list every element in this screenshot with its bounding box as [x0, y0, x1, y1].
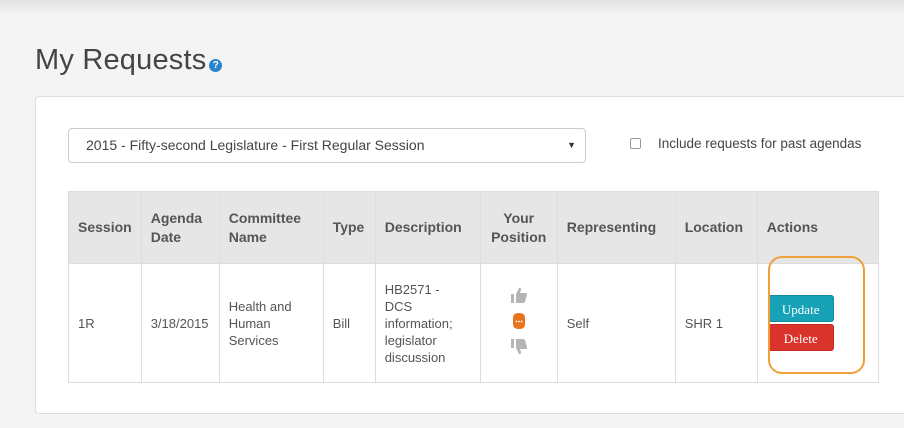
cell-location: SHR 1 [674, 263, 758, 383]
requests-table: Session Agenda Date Committee Name Type De… [68, 191, 880, 383]
header-type: Type [322, 191, 376, 264]
thumbs-down-icon[interactable] [510, 338, 528, 360]
cell-representing: Self [556, 263, 676, 383]
help-icon[interactable]: ? [209, 59, 223, 72]
session-select-value: 2015 - Fifty-second Legislature - First … [86, 137, 425, 153]
past-agendas-checkbox[interactable] [630, 138, 641, 149]
cell-type: Bill [322, 263, 376, 383]
cell-your-position [479, 263, 558, 383]
top-shadow [0, 0, 904, 16]
header-description: Description [374, 191, 481, 264]
header-location: Location [674, 191, 758, 264]
header-agenda-date: Agenda Date [140, 191, 220, 264]
thumbs-up-icon[interactable] [510, 286, 528, 308]
table-header-row: Session Agenda Date Committee Name Type De… [68, 191, 880, 264]
update-button[interactable]: Update [767, 295, 834, 322]
page-title: My Requests ? [35, 44, 223, 77]
past-agendas-label: Include requests for past agendas [658, 136, 862, 151]
header-committee-name: Committee Name [218, 191, 324, 264]
neutral-face-icon[interactable] [510, 312, 528, 334]
session-select[interactable]: 2015 - Fifty-second Legislature - First … [68, 128, 586, 163]
header-representing: Representing [556, 191, 676, 264]
cell-description: HB2571 - DCS information; legislator dis… [374, 263, 481, 383]
page-title-text: My Requests [35, 44, 207, 76]
cell-agenda-date: 3/18/2015 [140, 263, 220, 383]
chevron-down-icon: ▼ [567, 140, 576, 150]
header-actions: Actions [756, 191, 880, 264]
requests-panel: 2015 - Fifty-second Legislature - First … [35, 96, 904, 414]
cell-committee-name: Health and Human Services [218, 263, 324, 383]
header-your-position: Your Position [479, 191, 558, 264]
delete-button[interactable]: Delete [767, 324, 834, 351]
cell-actions: Update Delete [756, 263, 880, 383]
header-session: Session [68, 191, 142, 264]
table-row: 1R 3/18/2015 Health and Human Services B… [68, 263, 880, 383]
cell-session: 1R [68, 263, 142, 383]
